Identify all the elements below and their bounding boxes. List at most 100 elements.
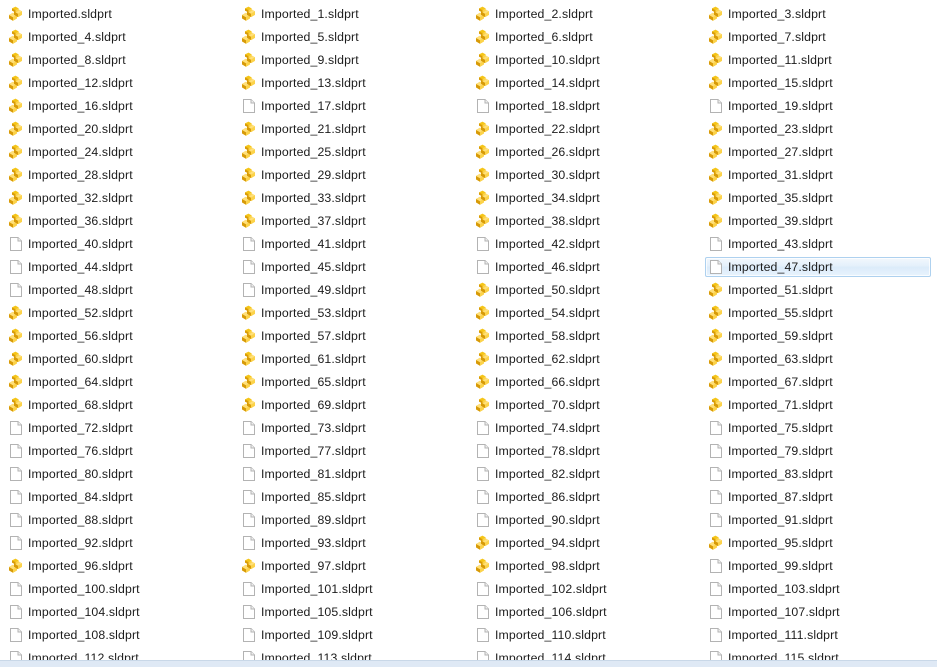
file-list-item[interactable]: Imported_91.sldprt xyxy=(705,510,931,530)
file-list-item[interactable]: Imported_79.sldprt xyxy=(705,441,931,461)
file-list-item[interactable]: Imported_66.sldprt xyxy=(472,372,698,392)
file-list-item[interactable]: Imported_62.sldprt xyxy=(472,349,698,369)
file-list-item[interactable]: Imported_73.sldprt xyxy=(238,418,464,438)
file-list-item[interactable]: Imported_103.sldprt xyxy=(705,579,931,599)
file-list-item[interactable]: Imported_2.sldprt xyxy=(472,4,698,24)
file-list-item[interactable]: Imported_53.sldprt xyxy=(238,303,464,323)
file-list-item[interactable]: Imported_36.sldprt xyxy=(5,211,231,231)
file-list-item[interactable]: Imported_101.sldprt xyxy=(238,579,464,599)
file-list-item[interactable]: Imported_12.sldprt xyxy=(5,73,231,93)
file-list-item[interactable]: Imported_56.sldprt xyxy=(5,326,231,346)
file-list-item[interactable]: Imported_48.sldprt xyxy=(5,280,231,300)
file-list-item[interactable]: Imported_113.sldprt xyxy=(238,648,464,660)
file-list-item[interactable]: Imported_14.sldprt xyxy=(472,73,698,93)
file-list-item[interactable]: Imported_7.sldprt xyxy=(705,27,931,47)
file-list-item[interactable]: Imported_81.sldprt xyxy=(238,464,464,484)
file-list-item[interactable]: Imported_18.sldprt xyxy=(472,96,698,116)
file-list-item[interactable]: Imported_82.sldprt xyxy=(472,464,698,484)
file-list-item[interactable]: Imported_16.sldprt xyxy=(5,96,231,116)
file-list-item[interactable]: Imported_93.sldprt xyxy=(238,533,464,553)
file-list-item[interactable]: Imported_38.sldprt xyxy=(472,211,698,231)
file-list-item[interactable]: Imported_10.sldprt xyxy=(472,50,698,70)
file-list-item[interactable]: Imported_114.sldprt xyxy=(472,648,698,660)
file-list-item[interactable]: Imported_106.sldprt xyxy=(472,602,698,622)
file-list-item[interactable]: Imported_37.sldprt xyxy=(238,211,464,231)
file-list-item[interactable]: Imported_60.sldprt xyxy=(5,349,231,369)
file-list-item[interactable]: Imported_1.sldprt xyxy=(238,4,464,24)
file-list-item[interactable]: Imported_24.sldprt xyxy=(5,142,231,162)
file-list-item[interactable]: Imported_69.sldprt xyxy=(238,395,464,415)
file-list-item[interactable]: Imported_42.sldprt xyxy=(472,234,698,254)
file-list-item[interactable]: Imported_28.sldprt xyxy=(5,165,231,185)
file-list-item[interactable]: Imported_61.sldprt xyxy=(238,349,464,369)
file-list-item[interactable]: Imported_9.sldprt xyxy=(238,50,464,70)
file-list-item[interactable]: Imported_80.sldprt xyxy=(5,464,231,484)
file-list-item[interactable]: Imported_6.sldprt xyxy=(472,27,698,47)
file-list-item[interactable]: Imported_70.sldprt xyxy=(472,395,698,415)
file-list-item[interactable]: Imported_96.sldprt xyxy=(5,556,231,576)
file-list-item[interactable]: Imported_78.sldprt xyxy=(472,441,698,461)
file-list-item[interactable]: Imported.sldprt xyxy=(5,4,231,24)
file-list-item[interactable]: Imported_40.sldprt xyxy=(5,234,231,254)
file-list-item[interactable]: Imported_95.sldprt xyxy=(705,533,931,553)
file-list-item[interactable]: Imported_105.sldprt xyxy=(238,602,464,622)
file-list-pane[interactable]: Imported.sldprt Imported_1.sldprt Imported… xyxy=(0,0,937,660)
file-list-item[interactable]: Imported_115.sldprt xyxy=(705,648,931,660)
file-list-item[interactable]: Imported_108.sldprt xyxy=(5,625,231,645)
file-list-item[interactable]: Imported_19.sldprt xyxy=(705,96,931,116)
file-list-item[interactable]: Imported_65.sldprt xyxy=(238,372,464,392)
file-list-item[interactable]: Imported_57.sldprt xyxy=(238,326,464,346)
file-list-item[interactable]: Imported_54.sldprt xyxy=(472,303,698,323)
file-list-item[interactable]: Imported_32.sldprt xyxy=(5,188,231,208)
file-list-item[interactable]: Imported_100.sldprt xyxy=(5,579,231,599)
file-list-item[interactable]: Imported_112.sldprt xyxy=(5,648,231,660)
file-list-item[interactable]: Imported_17.sldprt xyxy=(238,96,464,116)
file-list-item[interactable]: Imported_34.sldprt xyxy=(472,188,698,208)
file-list-item[interactable]: Imported_111.sldprt xyxy=(705,625,931,645)
file-list-item[interactable]: Imported_72.sldprt xyxy=(5,418,231,438)
file-list-item[interactable]: Imported_63.sldprt xyxy=(705,349,931,369)
file-list-item[interactable]: Imported_46.sldprt xyxy=(472,257,698,277)
file-list-item[interactable]: Imported_88.sldprt xyxy=(5,510,231,530)
file-list-item[interactable]: Imported_35.sldprt xyxy=(705,188,931,208)
file-list-item[interactable]: Imported_89.sldprt xyxy=(238,510,464,530)
file-list-item[interactable]: Imported_27.sldprt xyxy=(705,142,931,162)
file-list-item[interactable]: Imported_68.sldprt xyxy=(5,395,231,415)
file-list-item[interactable]: Imported_29.sldprt xyxy=(238,165,464,185)
file-list-item[interactable]: Imported_83.sldprt xyxy=(705,464,931,484)
file-list-item[interactable]: Imported_64.sldprt xyxy=(5,372,231,392)
file-list-item[interactable]: Imported_104.sldprt xyxy=(5,602,231,622)
file-list-item[interactable]: Imported_51.sldprt xyxy=(705,280,931,300)
file-list-item[interactable]: Imported_21.sldprt xyxy=(238,119,464,139)
file-list-item[interactable]: Imported_87.sldprt xyxy=(705,487,931,507)
file-list-item[interactable]: Imported_44.sldprt xyxy=(5,257,231,277)
file-list-item[interactable]: Imported_20.sldprt xyxy=(5,119,231,139)
file-list-item[interactable]: Imported_86.sldprt xyxy=(472,487,698,507)
file-list-item[interactable]: Imported_11.sldprt xyxy=(705,50,931,70)
file-list-item[interactable]: Imported_102.sldprt xyxy=(472,579,698,599)
file-list-item[interactable]: Imported_25.sldprt xyxy=(238,142,464,162)
file-list-item[interactable]: Imported_13.sldprt xyxy=(238,73,464,93)
file-list-item[interactable]: Imported_76.sldprt xyxy=(5,441,231,461)
file-list-item[interactable]: Imported_90.sldprt xyxy=(472,510,698,530)
file-list-item[interactable]: Imported_31.sldprt xyxy=(705,165,931,185)
file-list-item[interactable]: Imported_4.sldprt xyxy=(5,27,231,47)
file-list-item[interactable]: Imported_23.sldprt xyxy=(705,119,931,139)
file-list-item[interactable]: Imported_39.sldprt xyxy=(705,211,931,231)
file-list-item[interactable]: Imported_84.sldprt xyxy=(5,487,231,507)
file-list-item[interactable]: Imported_43.sldprt xyxy=(705,234,931,254)
file-list-item[interactable]: Imported_92.sldprt xyxy=(5,533,231,553)
file-list-item[interactable]: Imported_110.sldprt xyxy=(472,625,698,645)
file-list-item[interactable]: Imported_97.sldprt xyxy=(238,556,464,576)
file-list-item[interactable]: Imported_50.sldprt xyxy=(472,280,698,300)
file-list-item[interactable]: Imported_26.sldprt xyxy=(472,142,698,162)
file-list-item[interactable]: Imported_15.sldprt xyxy=(705,73,931,93)
file-list-item[interactable]: Imported_59.sldprt xyxy=(705,326,931,346)
file-list-item[interactable]: Imported_33.sldprt xyxy=(238,188,464,208)
file-list-item[interactable]: Imported_49.sldprt xyxy=(238,280,464,300)
file-list-item[interactable]: Imported_98.sldprt xyxy=(472,556,698,576)
file-list-item[interactable]: Imported_77.sldprt xyxy=(238,441,464,461)
file-list-item[interactable]: Imported_41.sldprt xyxy=(238,234,464,254)
file-list-item[interactable]: Imported_94.sldprt xyxy=(472,533,698,553)
file-list-item[interactable]: Imported_67.sldprt xyxy=(705,372,931,392)
